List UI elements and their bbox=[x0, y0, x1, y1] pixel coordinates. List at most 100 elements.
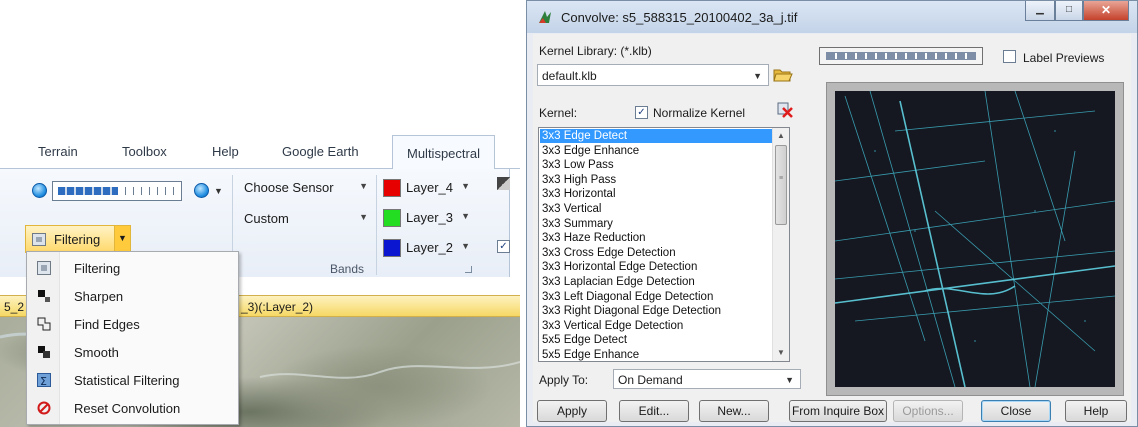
chevron-down-icon: ▼ bbox=[359, 181, 368, 191]
sharpen-icon bbox=[38, 290, 50, 302]
menu-item-find-edges[interactable]: Find Edges bbox=[27, 310, 238, 338]
sensor-combo-value: Choose Sensor bbox=[244, 180, 334, 195]
minimize-button[interactable]: ▁ bbox=[1025, 1, 1055, 21]
close-button[interactable]: Close bbox=[981, 400, 1051, 422]
transparency-slider[interactable] bbox=[52, 181, 182, 201]
label-previews-label: Label Previews bbox=[1023, 51, 1105, 65]
map-title-left: 5_2 bbox=[4, 300, 25, 314]
decrease-icon[interactable] bbox=[32, 183, 47, 198]
tab-multispectral[interactable]: Multispectral bbox=[392, 135, 495, 170]
band-green-combo[interactable]: Layer_3 ▼ bbox=[380, 206, 476, 230]
label-previews-checkbox[interactable] bbox=[1003, 50, 1016, 63]
chevron-down-icon: ▼ bbox=[785, 375, 794, 385]
menu-item-label: Sharpen bbox=[74, 289, 124, 304]
scroll-thumb[interactable] bbox=[775, 145, 787, 225]
kernel-list-item[interactable]: 3x3 Horizontal Edge Detection bbox=[540, 260, 773, 274]
convolve-dialog: Convolve: s5_588315_20100402_3a_j.tif ▁ … bbox=[526, 0, 1138, 427]
scroll-up-icon[interactable]: ▲ bbox=[773, 128, 789, 144]
kernel-list-item[interactable]: 5x5 Edge Enhance bbox=[540, 348, 773, 361]
options-button: Options... bbox=[893, 400, 963, 422]
dialog-client: Kernel Library: (*.klb) default.klb ▼ Ke… bbox=[533, 34, 1131, 422]
kernel-list-item[interactable]: 3x3 Left Diagonal Edge Detection bbox=[540, 290, 773, 304]
new-button[interactable]: New... bbox=[699, 400, 769, 422]
kernel-list-item[interactable]: 3x3 Horizontal bbox=[540, 187, 773, 201]
tab-toolbox[interactable]: Toolbox bbox=[122, 144, 167, 159]
kernel-library-combo[interactable]: default.klb ▼ bbox=[537, 64, 769, 86]
delete-kernel-icon[interactable] bbox=[777, 102, 793, 118]
dialog-title: Convolve: s5_588315_20100402_3a_j.tif bbox=[561, 10, 798, 25]
apply-button[interactable]: Apply bbox=[537, 400, 607, 422]
app-icon bbox=[539, 11, 551, 23]
band-red-value: Layer_4 bbox=[406, 180, 453, 195]
tab-google-earth[interactable]: Google Earth bbox=[282, 144, 359, 159]
chevron-down-icon: ▼ bbox=[359, 212, 368, 222]
kernel-list-item[interactable]: 3x3 Right Diagonal Edge Detection bbox=[540, 304, 773, 318]
kernel-list-item[interactable]: 3x3 Cross Edge Detection bbox=[540, 246, 773, 260]
filtering-dropdown-arrow[interactable]: ▼ bbox=[114, 226, 130, 252]
dialog-launcher-icon[interactable] bbox=[465, 266, 472, 273]
preview-zoom-slider[interactable] bbox=[819, 47, 983, 65]
ribbon-tab-bar: Terrain Toolbox Help Google Earth Multis… bbox=[0, 135, 520, 170]
kernel-list-item[interactable]: 3x3 Vertical Edge Detection bbox=[540, 319, 773, 333]
edit-button[interactable]: Edit... bbox=[619, 400, 689, 422]
filtering-button-label: Filtering bbox=[54, 232, 101, 247]
kernel-list-item[interactable]: 3x3 High Pass bbox=[540, 173, 773, 187]
grip-icon: ≡ bbox=[778, 175, 784, 182]
kernel-list-item[interactable]: 3x3 Summary bbox=[540, 217, 773, 231]
kernel-list-item[interactable]: 3x3 Laplacian Edge Detection bbox=[540, 275, 773, 289]
open-folder-icon[interactable] bbox=[773, 66, 793, 84]
slider-track bbox=[826, 52, 976, 60]
menu-item-filtering[interactable]: Filtering bbox=[27, 254, 238, 282]
normalize-kernel-label: Normalize Kernel bbox=[653, 106, 746, 120]
sensor-combo[interactable]: Choose Sensor ▼ bbox=[240, 175, 372, 201]
close-window-button[interactable]: ✕ bbox=[1083, 1, 1129, 21]
kernel-list-scrollbar[interactable]: ▲ ≡ ▼ bbox=[772, 128, 789, 361]
filtering-split-button[interactable]: Filtering ▼ bbox=[25, 225, 131, 253]
tab-terrain[interactable]: Terrain bbox=[38, 144, 78, 159]
chevron-down-icon: ▼ bbox=[461, 181, 470, 191]
bands-group-label: Bands bbox=[330, 262, 365, 276]
menu-item-statistical-filtering[interactable]: Σ Statistical Filtering bbox=[27, 366, 238, 394]
maximize-button[interactable]: □ bbox=[1055, 1, 1083, 21]
kernel-list-item[interactable]: 3x3 Vertical bbox=[540, 202, 773, 216]
chevron-down-icon: ▼ bbox=[461, 211, 470, 221]
kernel-list-item[interactable]: 5x5 Edge Detect bbox=[540, 333, 773, 347]
menu-item-reset-convolution[interactable]: Reset Convolution bbox=[27, 394, 238, 422]
chevron-down-icon: ▼ bbox=[461, 241, 470, 251]
scroll-down-icon[interactable]: ▼ bbox=[773, 345, 789, 361]
menu-item-label: Reset Convolution bbox=[74, 401, 181, 416]
custom-combo-value: Custom bbox=[244, 211, 289, 226]
band-red-combo[interactable]: Layer_4 ▼ bbox=[380, 176, 476, 200]
band-blue-combo[interactable]: Layer_2 ▼ bbox=[380, 236, 476, 260]
increase-icon[interactable] bbox=[194, 183, 209, 198]
kernel-list-item[interactable]: 3x3 Haze Reduction bbox=[540, 231, 773, 245]
tab-help[interactable]: Help bbox=[212, 144, 239, 159]
slider-track bbox=[118, 187, 176, 195]
statistical-filter-icon: Σ bbox=[37, 373, 51, 387]
edge-preview-image[interactable] bbox=[835, 91, 1115, 387]
layer-stack-icon[interactable] bbox=[497, 177, 510, 190]
kernel-list-item[interactable]: 3x3 Low Pass bbox=[540, 158, 773, 172]
menu-item-sharpen[interactable]: Sharpen bbox=[27, 282, 238, 310]
filter-icon bbox=[32, 233, 46, 246]
filter-icon bbox=[37, 261, 51, 275]
kernel-library-value: default.klb bbox=[542, 69, 597, 83]
help-button[interactable]: Help bbox=[1065, 400, 1127, 422]
band-blue-value: Layer_2 bbox=[406, 240, 453, 255]
menu-item-smooth[interactable]: Smooth bbox=[27, 338, 238, 366]
kernel-list[interactable]: 3x3 Edge Detect 3x3 Edge Enhance 3x3 Low P… bbox=[538, 127, 790, 362]
normalize-kernel-checkbox[interactable]: ✓ bbox=[635, 106, 648, 119]
kernel-list-item[interactable]: 3x3 Edge Detect bbox=[540, 129, 773, 143]
dialog-titlebar: Convolve: s5_588315_20100402_3a_j.tif ▁ … bbox=[527, 1, 1137, 33]
apply-to-value: On Demand bbox=[618, 373, 683, 387]
menu-item-label: Smooth bbox=[74, 345, 119, 360]
chevron-down-icon[interactable]: ▼ bbox=[214, 186, 223, 196]
overflow-checkbox[interactable]: ✓ bbox=[497, 240, 510, 253]
reset-icon bbox=[37, 401, 51, 415]
kernel-list-item[interactable]: 3x3 Edge Enhance bbox=[540, 144, 773, 158]
from-inquire-box-button[interactable]: From Inquire Box bbox=[789, 400, 887, 422]
custom-combo[interactable]: Custom ▼ bbox=[240, 206, 372, 232]
apply-to-combo[interactable]: On Demand ▼ bbox=[613, 369, 801, 389]
map-title-right: _3)(:Layer_2) bbox=[241, 300, 314, 314]
svg-text:Σ: Σ bbox=[40, 375, 47, 387]
